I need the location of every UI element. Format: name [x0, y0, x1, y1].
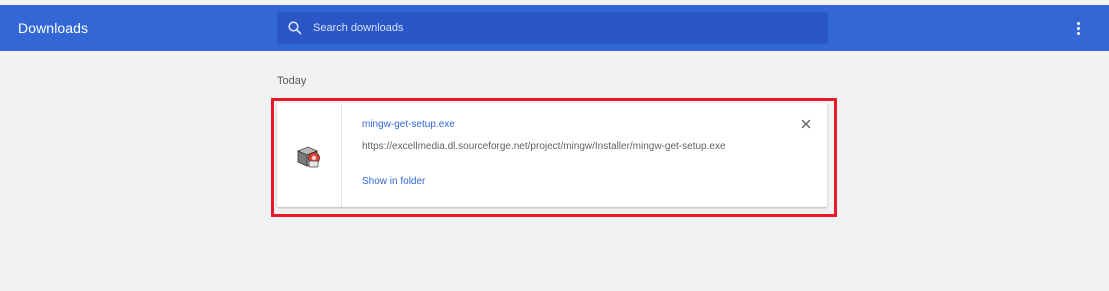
file-icon-column [277, 103, 342, 207]
download-item-card: mingw-get-setup.exe https://excellmedia.… [277, 103, 827, 207]
installer-file-icon [296, 146, 320, 168]
more-options-button[interactable] [1066, 16, 1090, 40]
app-header: Downloads [0, 5, 1109, 51]
download-file-name-link[interactable]: mingw-get-setup.exe [362, 119, 455, 130]
close-icon[interactable] [799, 117, 813, 131]
page-title: Downloads [18, 20, 89, 36]
search-box[interactable] [277, 12, 828, 44]
download-source-url: https://excellmedia.dl.sourceforge.net/p… [362, 141, 726, 152]
show-in-folder-link[interactable]: Show in folder [362, 176, 425, 187]
search-input[interactable] [313, 12, 813, 44]
date-section-label: Today [277, 75, 307, 87]
search-icon [288, 21, 302, 35]
